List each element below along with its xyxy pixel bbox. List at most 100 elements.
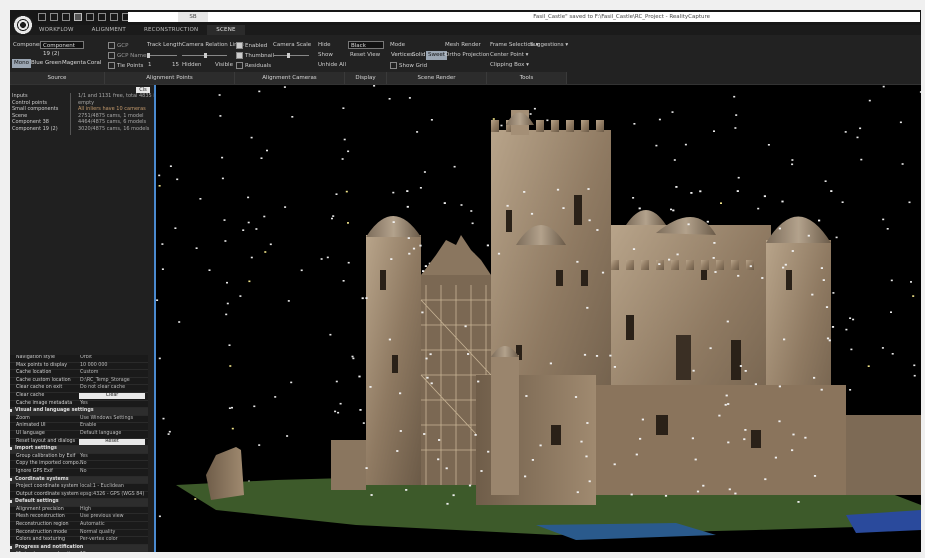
camera-marker[interactable] — [429, 353, 432, 356]
title-search-bar[interactable]: SB Fasil_Castle" saved to F:\Fasil_Castl… — [128, 12, 920, 22]
camera-marker[interactable] — [675, 186, 678, 188]
camera-marker[interactable] — [426, 376, 429, 379]
camera-marker[interactable] — [831, 326, 835, 328]
camera-marker[interactable] — [744, 370, 747, 372]
camera-marker[interactable] — [728, 488, 731, 491]
camera-marker[interactable] — [438, 439, 441, 441]
collapse-icon[interactable] — [10, 477, 12, 481]
camera-marker[interactable] — [709, 347, 712, 350]
camera-marker[interactable] — [586, 422, 589, 424]
gcp-names-checkbox[interactable]: GCP Names — [108, 52, 149, 59]
camera-marker[interactable] — [443, 202, 446, 204]
camera-marker[interactable] — [676, 253, 679, 256]
settings-row[interactable]: Ignore GPS Exif No — [10, 469, 148, 477]
camera-marker[interactable] — [791, 250, 794, 252]
camera-marker[interactable] — [524, 475, 527, 478]
collapse-icon[interactable] — [10, 447, 12, 451]
setting-value[interactable]: No — [80, 461, 87, 468]
camera-marker[interactable] — [763, 195, 766, 198]
settings-row[interactable]: Navigation style Orbit — [10, 355, 148, 363]
setting-value[interactable]: Yes — [80, 454, 88, 461]
grid-icon[interactable] — [62, 13, 70, 21]
camera-marker[interactable] — [664, 494, 668, 497]
camera-marker[interactable] — [820, 267, 823, 269]
settings-row[interactable]: Reset layout and dialogs Reset — [10, 439, 148, 447]
camera-marker[interactable] — [486, 244, 489, 247]
settings-row[interactable]: Project coordinate system local:1 - Eucli… — [10, 484, 148, 492]
camera-marker[interactable] — [718, 414, 721, 417]
settings-section-header[interactable]: Default settings — [10, 499, 148, 507]
setting-value[interactable]: Automatic — [80, 522, 105, 529]
camera-marker[interactable] — [749, 265, 752, 268]
camera-marker[interactable] — [781, 200, 784, 203]
camera-marker[interactable] — [421, 311, 424, 314]
camera-marker[interactable] — [580, 440, 583, 443]
camera-marker[interactable] — [480, 470, 483, 472]
tree-item[interactable]: Control points empty — [12, 100, 152, 107]
camera-marker[interactable] — [818, 219, 821, 222]
gcp-checkbox[interactable]: GCP — [108, 42, 128, 49]
camera-marker[interactable] — [361, 297, 364, 300]
camera-marker[interactable] — [556, 188, 560, 191]
camera-marker[interactable] — [388, 338, 391, 341]
camera-marker[interactable] — [588, 480, 591, 483]
settings-row[interactable]: Cache location Custom — [10, 370, 148, 378]
tree-item[interactable]: Component 19 (2) 3020/4875 cams, 16 model… — [12, 126, 152, 133]
camera-marker[interactable] — [405, 489, 408, 491]
camera-marker[interactable] — [464, 325, 467, 328]
camera-marker[interactable] — [699, 190, 702, 193]
camera-marker[interactable] — [691, 437, 694, 440]
setting-value[interactable]: Use previous view — [80, 514, 124, 521]
thumbnail-checkbox[interactable]: Thumbnail — [236, 52, 274, 59]
save-icon[interactable] — [50, 13, 58, 21]
track-length-slider[interactable] — [147, 53, 177, 58]
camera-marker[interactable] — [419, 244, 422, 247]
show-grid-checkbox[interactable]: Show Grid — [390, 62, 427, 69]
tie-points-checkbox[interactable]: Tie Points — [108, 62, 143, 69]
camera-marker[interactable] — [737, 274, 740, 277]
settings-row[interactable]: Clear cache Clear — [10, 393, 148, 401]
camera-marker[interactable] — [609, 354, 612, 357]
residuals-checkbox[interactable]: Residuals — [236, 62, 271, 69]
camera-marker[interactable] — [583, 353, 587, 356]
camera-marker[interactable] — [825, 306, 829, 308]
settings-row[interactable]: Clear cache on exit Do not clear cache — [10, 385, 148, 393]
camera-marker[interactable] — [778, 227, 781, 230]
camera-marker[interactable] — [506, 204, 509, 207]
point-cloud-render[interactable] — [156, 85, 921, 552]
camera-marker[interactable] — [797, 501, 800, 503]
camera-marker[interactable] — [754, 383, 757, 386]
color-magenta-button[interactable]: Magenta — [60, 59, 88, 68]
camera-marker[interactable] — [497, 252, 501, 255]
camera-marker[interactable] — [736, 190, 739, 192]
camera-marker[interactable] — [632, 248, 636, 250]
layout-icon[interactable] — [86, 13, 94, 21]
camera-marker[interactable] — [587, 188, 590, 190]
setting-action-button[interactable]: Reset — [79, 439, 145, 445]
camera-marker[interactable] — [692, 369, 695, 372]
settings-row[interactable]: Animated UI Enable — [10, 423, 148, 431]
camera-marker[interactable] — [523, 191, 526, 193]
camera-marker[interactable] — [574, 396, 578, 398]
sweet-button[interactable]: Sweet — [426, 51, 447, 60]
suggestions-button[interactable]: Suggestions ▾ — [530, 42, 568, 48]
camera-marker[interactable] — [399, 392, 402, 395]
center-point-button[interactable]: Center Point ▾ — [490, 52, 528, 58]
unhide-all-button[interactable]: Unhide All — [318, 62, 346, 68]
collapse-icon[interactable] — [10, 409, 12, 413]
settings-section-header[interactable]: Visual and language settings — [10, 408, 148, 416]
camera-marker[interactable] — [713, 242, 716, 244]
camera-marker[interactable] — [813, 376, 816, 379]
camera-relation-slider[interactable] — [182, 53, 227, 58]
camera-marker[interactable] — [826, 337, 830, 340]
camera-marker[interactable] — [549, 362, 552, 365]
camera-marker[interactable] — [630, 493, 633, 496]
solid-button[interactable]: Solid — [410, 51, 427, 60]
camera-marker[interactable] — [830, 190, 833, 192]
camera-marker[interactable] — [477, 380, 480, 383]
slider-handle[interactable] — [287, 53, 290, 58]
layout-icon[interactable] — [74, 13, 82, 21]
reset-view-button[interactable]: Reset View — [350, 52, 380, 58]
camera-marker[interactable] — [724, 403, 727, 406]
camera-marker[interactable] — [672, 209, 675, 212]
